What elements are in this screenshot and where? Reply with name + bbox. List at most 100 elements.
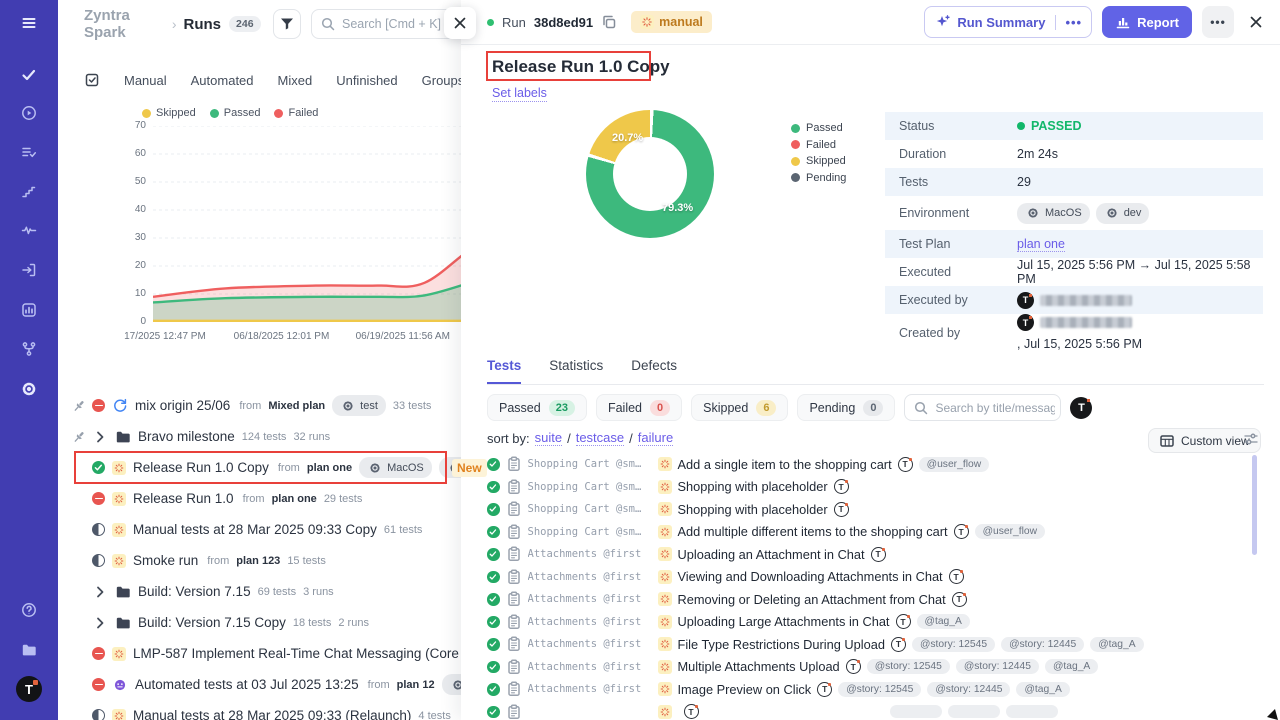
test-title[interactable]: Image Preview on Click: [678, 682, 812, 697]
test-tag[interactable]: @tag_A: [1045, 659, 1098, 674]
test-plan-link[interactable]: plan one: [1017, 237, 1065, 252]
test-tag[interactable]: @story: 12545: [838, 682, 921, 697]
run-row[interactable]: Build: Version 7.1569 tests3 runs: [58, 576, 461, 607]
run-row[interactable]: mix origin 25/06fromMixed plantest33 tes…: [58, 390, 461, 421]
test-tag[interactable]: @tag_A: [917, 614, 970, 629]
test-row[interactable]: T: [487, 701, 1280, 720]
sidebar-item-branch[interactable]: [0, 335, 58, 363]
filter-pending[interactable]: Pending0: [797, 394, 895, 421]
tab-statistics[interactable]: Statistics: [549, 358, 603, 384]
test-row[interactable]: Shopping Cart @sm… Shopping with placehol…: [487, 498, 1280, 521]
run-plan[interactable]: plan 123: [236, 555, 280, 567]
run-plan[interactable]: Mixed plan: [268, 400, 325, 412]
batch-select-icon[interactable]: [84, 72, 100, 88]
test-assignee-avatar[interactable]: T: [846, 659, 861, 674]
filter-passed[interactable]: Passed23: [487, 394, 587, 421]
breadcrumb-project[interactable]: Zyntra Spark: [84, 7, 165, 41]
sidebar-item-play-circle[interactable]: [0, 99, 58, 127]
runs-tab-automated[interactable]: Automated: [191, 73, 254, 88]
test-suite[interactable]: Attachments @first: [528, 548, 652, 560]
test-row[interactable]: Attachments @first Viewing and Downloadin…: [487, 566, 1280, 589]
test-row[interactable]: Attachments @first Uploading an Attachmen…: [487, 543, 1280, 566]
tab-defects[interactable]: Defects: [631, 358, 677, 384]
test-assignee-avatar[interactable]: T: [954, 524, 969, 539]
sidebar-item-folder[interactable]: [0, 636, 58, 664]
run-summary-button[interactable]: Run Summary •••: [924, 6, 1092, 38]
test-row[interactable]: Attachments @first Multiple Attachments U…: [487, 656, 1280, 679]
test-suite[interactable]: Attachments @first: [528, 593, 652, 605]
test-tag[interactable]: @story: 12445: [927, 682, 1010, 697]
sidebar-item-check[interactable]: [0, 61, 58, 89]
test-title[interactable]: Removing or Deleting an Attachment from …: [678, 592, 946, 607]
run-row[interactable]: Bravo milestone124 tests32 runs: [58, 421, 461, 452]
test-row[interactable]: Shopping Cart @sm… Add a single item to t…: [487, 453, 1280, 476]
test-assignee-avatar[interactable]: T: [871, 547, 886, 562]
test-tag[interactable]: @story: 12445: [956, 659, 1039, 674]
test-assignee-avatar[interactable]: T: [949, 569, 964, 584]
test-tag[interactable]: @story: 12545: [912, 637, 995, 652]
close-panel-icon[interactable]: [1248, 14, 1264, 30]
test-title[interactable]: Shopping with placeholder: [678, 502, 828, 517]
breadcrumb-section[interactable]: Runs: [184, 16, 222, 33]
scrollbar-thumb[interactable]: [1252, 455, 1257, 555]
run-summary-more-button[interactable]: •••: [1055, 15, 1091, 30]
run-plan[interactable]: plan one: [307, 462, 352, 474]
assignee-avatar[interactable]: T: [1070, 397, 1092, 419]
sidebar-item-menu[interactable]: [0, 9, 58, 37]
test-suite[interactable]: Attachments @first: [528, 616, 652, 628]
test-suite[interactable]: Attachments @first: [528, 661, 652, 673]
test-assignee-avatar[interactable]: T: [952, 592, 967, 607]
runs-tab-unfinished[interactable]: Unfinished: [336, 73, 397, 88]
filter-skipped[interactable]: Skipped6: [691, 394, 788, 421]
sidebar-item-chart-box[interactable]: [0, 296, 58, 324]
sort-link-failure[interactable]: failure: [638, 430, 673, 446]
test-title[interactable]: Viewing and Downloading Attachments in C…: [678, 569, 943, 584]
test-suite[interactable]: Shopping Cart @sm…: [528, 526, 652, 538]
test-row[interactable]: Attachments @first Removing or Deleting a…: [487, 588, 1280, 611]
run-plan[interactable]: plan one: [272, 493, 317, 505]
test-suite[interactable]: Attachments @first: [528, 638, 652, 650]
test-suite[interactable]: Attachments @first: [528, 571, 652, 583]
close-runs-panel-button[interactable]: [444, 7, 476, 39]
run-plan[interactable]: plan 12: [397, 679, 435, 691]
runs-tab-groups[interactable]: Groups: [422, 73, 461, 88]
chevron-right-icon[interactable]: [92, 584, 108, 600]
sidebar-item-steps[interactable]: [0, 177, 58, 205]
test-suite[interactable]: Shopping Cart @sm…: [528, 458, 652, 470]
test-title[interactable]: Add multiple different items to the shop…: [678, 524, 948, 539]
filter-button[interactable]: [273, 9, 301, 39]
more-actions-button[interactable]: •••: [1202, 6, 1234, 38]
test-row[interactable]: Shopping Cart @sm…Shopping with placehol…: [487, 476, 1280, 499]
run-row[interactable]: Automated tests at 03 Jul 2025 13:25from…: [58, 669, 461, 700]
test-row[interactable]: Shopping Cart @sm… Add multiple different…: [487, 521, 1280, 544]
run-row[interactable]: Build: Version 7.15 Copy18 tests2 runs: [58, 607, 461, 638]
run-row[interactable]: Manual tests at 28 Mar 2025 09:33 (Relau…: [58, 700, 461, 720]
test-assignee-avatar[interactable]: T: [891, 637, 906, 652]
run-row[interactable]: Smoke runfromplan 12315 tests: [58, 545, 461, 576]
sort-link-testcase[interactable]: testcase: [576, 430, 624, 446]
test-title[interactable]: Uploading an Attachment in Chat: [678, 547, 865, 562]
sidebar-item-gear[interactable]: [0, 375, 58, 403]
tab-tests[interactable]: Tests: [487, 358, 521, 384]
sidebar-item-import[interactable]: [0, 256, 58, 284]
test-assignee-avatar[interactable]: T: [834, 479, 849, 494]
test-row[interactable]: Attachments @firstFile Type Restrictions…: [487, 633, 1280, 656]
test-row[interactable]: Attachments @firstImage Preview on Click…: [487, 678, 1280, 701]
test-tag[interactable]: @story: 12445: [1001, 637, 1084, 652]
run-row[interactable]: Release Run 1.0fromplan one29 tests: [58, 483, 461, 514]
tests-search-input[interactable]: [935, 401, 1055, 415]
runs-tab-manual[interactable]: Manual: [124, 73, 167, 88]
sidebar-item-help[interactable]: [0, 596, 58, 624]
test-suite[interactable]: Shopping Cart @sm…: [528, 481, 652, 493]
set-labels-link[interactable]: Set labels: [492, 86, 547, 102]
test-suite[interactable]: Shopping Cart @sm…: [528, 503, 652, 515]
test-assignee-avatar[interactable]: T: [896, 614, 911, 629]
filter-failed[interactable]: Failed0: [596, 394, 682, 421]
test-assignee-avatar[interactable]: T: [834, 502, 849, 517]
test-title[interactable]: Multiple Attachments Upload: [678, 659, 840, 674]
test-title[interactable]: Add a single item to the shopping cart: [678, 457, 892, 472]
test-tag[interactable]: @story: 12545: [867, 659, 950, 674]
copy-icon[interactable]: [601, 14, 617, 30]
test-assignee-avatar[interactable]: T: [898, 457, 913, 472]
report-button[interactable]: Report: [1102, 6, 1192, 38]
